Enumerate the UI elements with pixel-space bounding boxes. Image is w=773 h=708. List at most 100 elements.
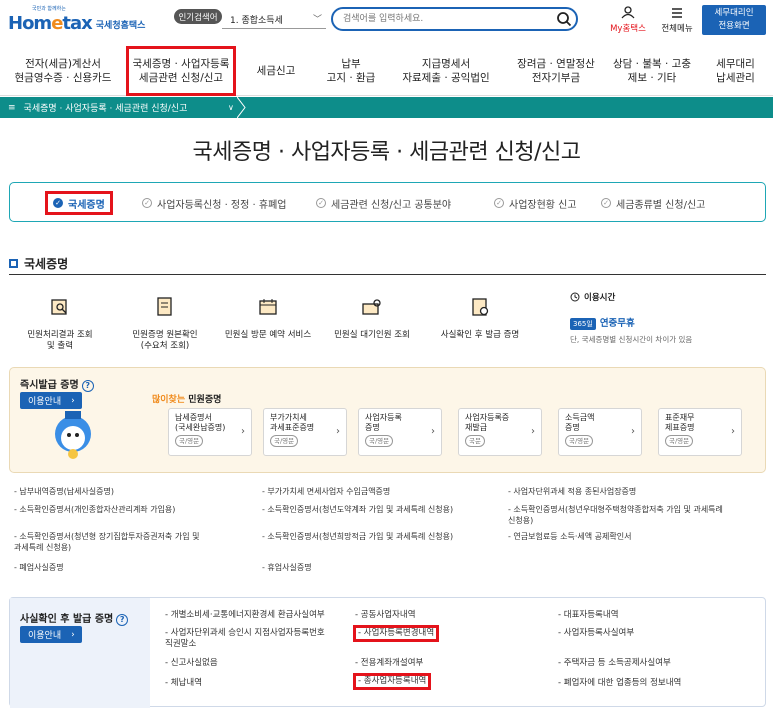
chevron-right-icon: › bbox=[71, 395, 75, 406]
list-item[interactable]: - 부가가치세 면세사업자 수입금액증명 bbox=[262, 486, 390, 497]
service-fact-check[interactable]: 사실확인 후 발급 증명 bbox=[425, 296, 535, 341]
list-item-total-business-registration[interactable]: - 총사업자등록내역 bbox=[353, 673, 432, 690]
mascot-icon bbox=[55, 411, 91, 459]
check-icon: ✓ bbox=[142, 198, 152, 208]
list-item[interactable]: - 소득확인증명서(청년희망적금 가입 및 과세특례 신청용) bbox=[262, 531, 453, 542]
chevron-right-icon: › bbox=[71, 629, 75, 640]
help-icon[interactable]: ? bbox=[81, 380, 94, 392]
fact-check-box: 사실확인 후 발급 증명? 이용안내 › - 개별소비세·교통에너지환경세 환급사… bbox=[9, 597, 766, 708]
mytax-label: My홈택스 bbox=[610, 24, 646, 34]
chevron-right-icon: › bbox=[531, 426, 535, 437]
list-item[interactable]: - 사업자단위과세 적용 종된사업장증명 bbox=[508, 486, 636, 497]
nav-consult[interactable]: 상담 · 불복 · 고충 제보 · 기타 bbox=[606, 46, 698, 96]
check-icon: ✓ bbox=[494, 198, 504, 208]
nav-certificate[interactable]: 국세증명 · 사업자등록 세금관련 신청/신고 bbox=[126, 46, 236, 96]
instant-guide-button[interactable]: 이용안내 › bbox=[20, 392, 82, 409]
list-item[interactable]: - 전용계좌개설여부 bbox=[355, 658, 423, 669]
chevron-right-icon: › bbox=[336, 426, 340, 437]
cert-card-business-registration[interactable]: 사업자등록 증명 국/영문 › bbox=[358, 408, 442, 456]
service-label: 사실확인 후 발급 증명 bbox=[440, 330, 520, 340]
people-counter-icon bbox=[362, 299, 381, 315]
tab-site-status[interactable]: ✓ 사업장현황 신고 bbox=[488, 191, 583, 215]
search-icon[interactable] bbox=[556, 11, 572, 27]
help-icon[interactable]: ? bbox=[116, 614, 129, 626]
cert-card-income[interactable]: 소득금액 증명 국/영문 › bbox=[558, 408, 642, 456]
section-title: 국세증명 bbox=[9, 255, 68, 272]
tax-agent-button[interactable]: 세무대리인 전용화면 bbox=[702, 5, 766, 35]
menu-icon bbox=[672, 8, 682, 18]
chevron-right-icon: › bbox=[631, 426, 635, 437]
nav-einvoice[interactable]: 전자(세금)계산서 현금영수증 · 신용카드 bbox=[0, 46, 126, 96]
tab-national-tax-certificate[interactable]: ✓ 국세증명 bbox=[45, 191, 113, 215]
list-item[interactable]: - 연금보험료등 소득·세액 공제확인서 bbox=[508, 531, 631, 542]
section-divider bbox=[9, 274, 766, 275]
user-icon bbox=[621, 6, 635, 19]
chevron-down-icon: ∨ bbox=[228, 103, 234, 112]
cert-card-tax-payment[interactable]: 납세증명서 (국세완납증명) 국/영문 › bbox=[168, 408, 252, 456]
list-item[interactable]: - 소득확인증명서(청년도약계좌 가입 및 과세특례 신청용) bbox=[262, 504, 453, 515]
check-icon: ✓ bbox=[316, 198, 326, 208]
cert-card-financial-statement[interactable]: 표준재무 제표증명 국/영문 › bbox=[658, 408, 742, 456]
list-item[interactable]: - 체납내역 bbox=[165, 678, 202, 689]
breadcrumb[interactable]: ≡ 국세증명 · 사업자등록 · 세금관련 신청/신고 ∨ bbox=[0, 97, 773, 118]
calendar-icon bbox=[259, 299, 277, 315]
service-label: 민원실 대기인원 조회 bbox=[334, 330, 410, 340]
logo-subtitle: 국세청홈택스 bbox=[95, 21, 146, 31]
list-item[interactable]: - 소득확인증명서(청년우대형주택청약종합저축 가입 및 과세특례 신청용) bbox=[508, 504, 763, 526]
tab-business-registration[interactable]: ✓ 사업자등록신청 · 정정 · 휴폐업 bbox=[136, 191, 292, 215]
list-item[interactable]: - 공동사업자내역 bbox=[355, 610, 416, 621]
nav-payment[interactable]: 납부 고지 · 환급 bbox=[316, 46, 386, 96]
service-original-check[interactable]: 민원증명 원본확인 (수요처 조회) bbox=[110, 296, 220, 352]
list-item[interactable]: - 폐업사실증명 bbox=[14, 562, 64, 573]
header: 국민과 함께하는 Hometax 국세청홈택스 인기검색어 1. 종합소득세 ﹀ … bbox=[0, 0, 773, 40]
tab-common-filing[interactable]: ✓ 세금관련 신청/신고 공통분야 bbox=[310, 191, 457, 215]
logo-wordmark: Hometax bbox=[8, 13, 93, 34]
nav-incentive[interactable]: 장려금 · 연말정산 전자기부금 bbox=[506, 46, 606, 96]
list-item[interactable]: - 신고사실없음 bbox=[165, 658, 218, 669]
list-item[interactable]: - 폐업자에 대한 업종등의 정보내역 bbox=[558, 678, 681, 689]
square-icon bbox=[9, 259, 18, 268]
popular-search-select[interactable]: 1. 종합소득세 ﹀ bbox=[222, 9, 326, 29]
cert-card-vat-base[interactable]: 부가가치세 과세표준증명 국/영문 › bbox=[263, 408, 347, 456]
service-visit-reservation[interactable]: 민원실 방문 예약 서비스 bbox=[213, 296, 323, 341]
list-item[interactable]: - 주택자금 등 소득공제사실여부 bbox=[558, 658, 671, 669]
nav-tax-report[interactable]: 세금신고 bbox=[236, 46, 316, 96]
list-item[interactable]: - 소득확인증명서(청년형 장기집합투자증권저축 가입 및 과세특례 신청용) bbox=[14, 531, 199, 553]
service-label: 민원처리결과 조회 및 출력 bbox=[27, 330, 93, 351]
all-year-label: 연중무휴 bbox=[599, 318, 635, 329]
cert-card-reissue[interactable]: 사업자등록증 재발급 국문 › bbox=[458, 408, 542, 456]
search-input[interactable] bbox=[331, 7, 578, 31]
hometax-logo[interactable]: 국민과 함께하는 Hometax 국세청홈택스 bbox=[8, 6, 146, 34]
chevron-right-icon: › bbox=[731, 426, 735, 437]
list-item-business-change-history[interactable]: - 사업자등록변경내역 bbox=[353, 625, 440, 642]
service-result-lookup[interactable]: 민원처리결과 조회 및 출력 bbox=[5, 296, 115, 352]
chevron-right-icon: › bbox=[241, 426, 245, 437]
fact-check-title: 사실확인 후 발급 증명? bbox=[20, 610, 129, 626]
list-item[interactable]: - 납부내역증명(납세사실증명) bbox=[14, 486, 114, 497]
mytax-button[interactable]: My홈택스 bbox=[606, 6, 650, 34]
chevron-right-icon: › bbox=[431, 426, 435, 437]
list-item[interactable]: - 소득확인증명서(개인종합자산관리계좌 가입용) bbox=[14, 504, 175, 515]
list-item[interactable]: - 개별소비세·교통에너지환경세 환급사실여부 bbox=[165, 610, 325, 621]
tab-by-tax-type[interactable]: ✓ 세금종류별 신청/신고 bbox=[595, 191, 711, 215]
all-menu-button[interactable]: 전체메뉴 bbox=[657, 6, 697, 34]
list-item[interactable]: - 사업자단위과세 승인시 지점사업자등록번호 직권말소 bbox=[165, 628, 325, 650]
document-search-icon bbox=[51, 299, 67, 315]
popular-search-badge: 인기검색어 bbox=[174, 9, 222, 24]
list-item[interactable]: - 휴업사실증명 bbox=[262, 562, 312, 573]
instant-issue-box: 즉시발급 증명? 이용안내 › 많이찾는 민원증명 납세증명서 (국세완납증명) 국… bbox=[9, 367, 766, 473]
clock-icon bbox=[570, 292, 580, 302]
nav-agent[interactable]: 세무대리 납세관리 bbox=[698, 46, 773, 96]
document-stamp-icon bbox=[157, 297, 172, 316]
service-hours: 이용시간 365일 연중무휴 단, 국세증명별 신청시간이 차이가 있음 bbox=[570, 291, 760, 345]
service-waiting-lookup[interactable]: 민원실 대기인원 조회 bbox=[317, 296, 427, 341]
nav-payment-statement[interactable]: 지급명세서 자료제출 · 공익법인 bbox=[386, 46, 506, 96]
breadcrumb-label: 국세증명 · 사업자등록 · 세금관련 신청/신고 bbox=[23, 104, 188, 114]
service-label: 민원증명 원본확인 (수요처 조회) bbox=[132, 330, 198, 351]
page-title: 국세증명 · 사업자등록 · 세금관련 신청/신고 bbox=[192, 140, 581, 165]
fact-guide-button[interactable]: 이용안내 › bbox=[20, 626, 82, 643]
main-nav: 전자(세금)계산서 현금영수증 · 신용카드 국세증명 · 사업자등록 세금관련… bbox=[0, 46, 773, 96]
list-item[interactable]: - 사업자등록사실여부 bbox=[558, 628, 634, 639]
list-item[interactable]: - 대표자등록내역 bbox=[558, 610, 619, 621]
hours-title: 이용시간 bbox=[584, 293, 616, 303]
